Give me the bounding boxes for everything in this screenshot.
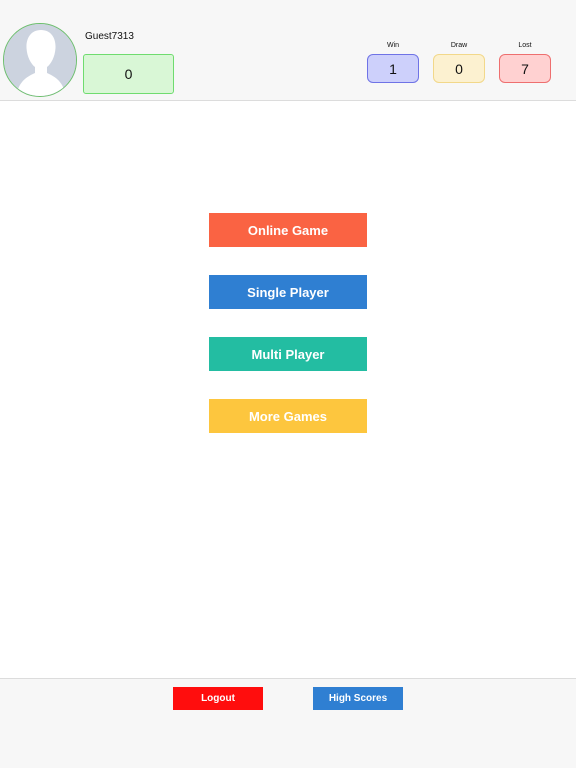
header-bar: Guest7313 0 Win 1 Draw 0 Lost 7 <box>0 0 576 101</box>
footer-bar: Logout High Scores <box>0 678 576 768</box>
avatar[interactable] <box>3 23 77 97</box>
draw-label: Draw <box>450 42 468 49</box>
logout-button[interactable]: Logout <box>173 687 263 710</box>
person-silhouette-icon <box>4 24 76 96</box>
lost-label: Lost <box>518 42 532 49</box>
draw-count: 0 <box>433 54 485 83</box>
online-game-button[interactable]: Online Game <box>209 213 367 247</box>
win-count: 1 <box>367 54 419 83</box>
lost-count: 7 <box>499 54 551 83</box>
high-scores-button[interactable]: High Scores <box>313 687 403 710</box>
single-player-button[interactable]: Single Player <box>209 275 367 309</box>
more-games-button[interactable]: More Games <box>209 399 367 433</box>
username-label: Guest7313 <box>85 31 134 42</box>
multi-player-button[interactable]: Multi Player <box>209 337 367 371</box>
score-display: 0 <box>83 54 174 94</box>
win-label: Win <box>386 42 400 49</box>
